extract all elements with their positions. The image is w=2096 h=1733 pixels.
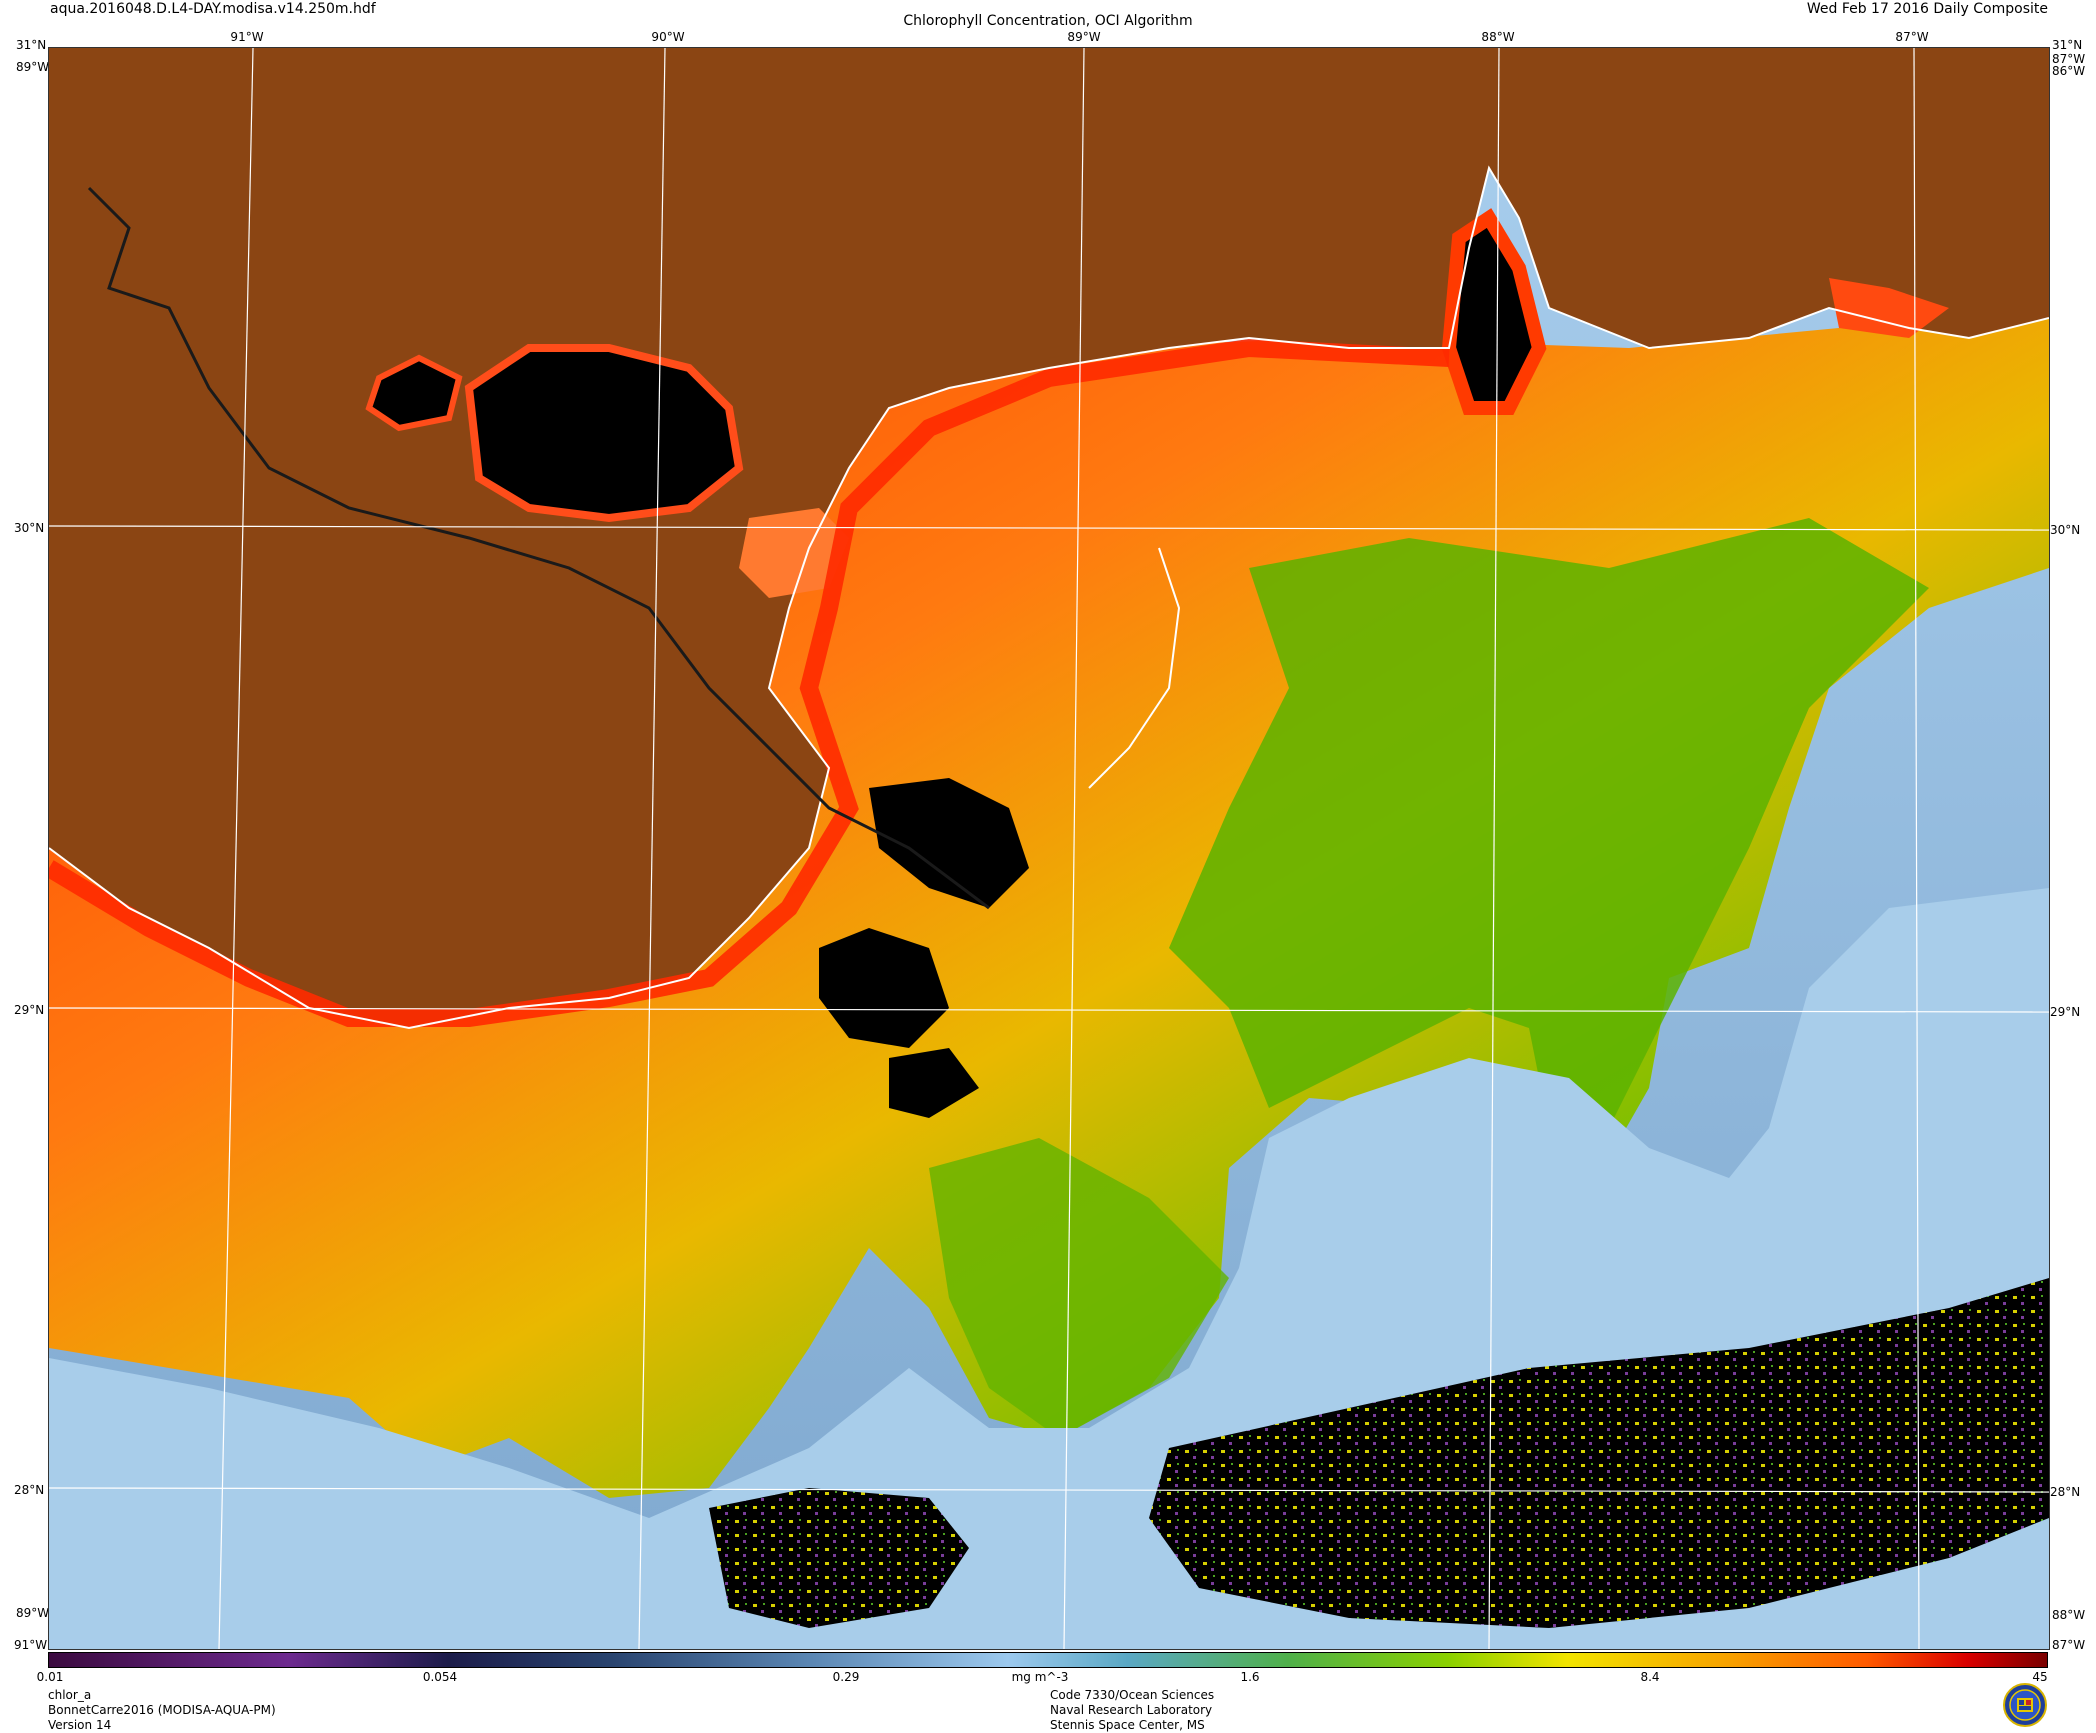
map-date: Wed Feb 17 2016 Daily Composite [1806, 1, 2048, 17]
nrl-seal-icon [2003, 1683, 2047, 1727]
corner-label-bottom-left: 91°W [14, 1638, 48, 1652]
map-canvas [49, 48, 2049, 1649]
lake-pontchartrain [464, 344, 744, 523]
chlorophyll-map [48, 47, 2050, 1650]
lon-label-top-88w: 88°W [1481, 30, 1515, 44]
corner-label-bottom-right: 87°W [2052, 1638, 2086, 1652]
lon-label-top-90w: 90°W [651, 30, 685, 44]
footer-org-line1: Code 7330/Ocean Sciences [1050, 1688, 1215, 1702]
lat-label-left-30n: 30°N [14, 521, 45, 535]
corner-label-top-left-lon: 89°W [16, 60, 50, 74]
corner-label-top-right-lon-b: 86°W [2052, 64, 2086, 78]
colorbar-tick-1-6: 1.6 [1240, 1670, 1260, 1684]
colorbar-unit: mg m^-3 [1011, 1670, 1069, 1684]
lat-label-right-28n: 28°N [2050, 1485, 2081, 1499]
lat-label-right-29n: 29°N [2050, 1005, 2081, 1019]
map-title: Chlorophyll Concentration, OCI Algorithm [903, 13, 1193, 29]
colorbar-tick-45: 45 [2032, 1670, 2048, 1684]
corner-label-bottom-left-lon: 89°W [16, 1606, 50, 1620]
lon-label-top-91w: 91°W [230, 30, 264, 44]
corner-label-top-left: 31°N [16, 38, 47, 52]
lon-label-top-87w: 87°W [1895, 30, 1929, 44]
lat-label-left-29n: 29°N [14, 1003, 45, 1017]
colorbar-tick-0-01: 0.01 [36, 1670, 64, 1684]
footer-product: chlor_a [48, 1688, 92, 1702]
colorbar-tick-8-4: 8.4 [1640, 1670, 1660, 1684]
colorbar-tick-0-29: 0.29 [832, 1670, 860, 1684]
colorbar [48, 1652, 2048, 1668]
colorbar-tick-0-054: 0.054 [422, 1670, 458, 1684]
lat-label-right-30n: 30°N [2050, 523, 2081, 537]
corner-label-bottom-right-lon: 88°W [2052, 1608, 2086, 1622]
footer-dataset: BonnetCarre2016 (MODISA-AQUA-PM) [48, 1703, 276, 1717]
corner-label-top-right: 31°N [2052, 38, 2083, 52]
footer-org-line2: Naval Research Laboratory [1050, 1703, 1213, 1717]
lat-label-left-28n: 28°N [14, 1483, 45, 1497]
lon-label-top-89w: 89°W [1067, 30, 1101, 44]
